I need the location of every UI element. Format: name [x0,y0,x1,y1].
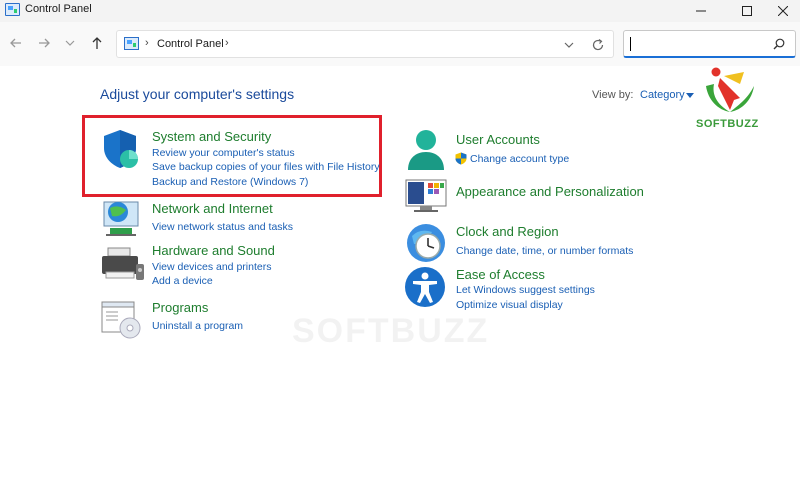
link-optimize-display[interactable]: Optimize visual display [456,299,563,311]
link-uninstall-program[interactable]: Uninstall a program [152,320,243,332]
page-title: Adjust your computer's settings [100,86,295,102]
category-title-system-security[interactable]: System and Security [152,129,271,144]
user-accounts-icon[interactable] [404,128,448,172]
link-devices-printers[interactable]: View devices and printers [152,261,271,273]
maximize-icon [742,6,752,16]
minimize-button[interactable] [678,0,724,22]
programs-icon[interactable] [100,298,144,340]
refresh-icon[interactable] [591,38,605,52]
shield-icon[interactable] [100,128,144,172]
search-input[interactable] [623,30,796,58]
close-button[interactable] [766,0,800,22]
search-icon[interactable] [773,38,785,50]
breadcrumb-chevron-icon[interactable]: › [145,37,149,49]
category-title-user-accounts[interactable]: User Accounts [456,132,540,147]
title-bar: Control Panel [0,0,800,22]
link-file-history[interactable]: Save backup copies of your files with Fi… [152,161,380,173]
navigation-bar: › Control Panel › [0,22,800,66]
recent-locations-button[interactable] [64,36,80,52]
breadcrumb-control-panel[interactable]: Control Panel [157,38,224,50]
link-review-status[interactable]: Review your computer's status [152,147,295,159]
maximize-button[interactable] [724,0,770,22]
chevron-down-icon[interactable] [563,40,575,50]
link-network-status[interactable]: View network status and tasks [152,221,293,233]
link-add-device[interactable]: Add a device [152,275,213,287]
control-panel-icon [5,3,20,16]
accessibility-icon[interactable] [404,266,446,308]
link-backup-restore[interactable]: Backup and Restore (Windows 7) [152,176,308,188]
printer-icon[interactable] [100,244,146,284]
window-title: Control Panel [25,3,92,15]
link-change-formats[interactable]: Change date, time, or number formats [456,245,633,257]
clock-globe-icon[interactable] [404,222,448,264]
network-globe-icon[interactable] [100,198,144,238]
category-title-programs[interactable]: Programs [152,300,208,315]
forward-button[interactable] [37,36,53,52]
breadcrumb-chevron-icon[interactable]: › [225,37,229,49]
category-title-hardware[interactable]: Hardware and Sound [152,243,275,258]
softbuzz-logo [706,67,754,112]
arrow-up-icon [92,37,102,49]
chevron-down-icon [65,40,75,46]
logo-text: SOFTBUZZ [696,118,759,130]
back-button[interactable] [9,36,25,52]
link-change-account-type[interactable]: Change account type [470,153,569,165]
text-caret [630,37,631,51]
view-by-dropdown[interactable]: Category [640,89,685,101]
control-panel-icon [124,37,139,50]
category-title-clock[interactable]: Clock and Region [456,224,559,239]
arrow-left-icon [10,38,21,48]
link-windows-suggest[interactable]: Let Windows suggest settings [456,284,595,296]
minimize-icon [696,10,706,12]
appearance-monitor-icon[interactable] [404,178,448,214]
close-icon [778,6,788,16]
category-title-ease-of-access[interactable]: Ease of Access [456,267,545,282]
view-by-label: View by: [592,89,634,101]
arrow-right-icon [39,38,50,48]
uac-shield-icon [455,152,467,165]
watermark-text: SOFTBUZZ [292,312,490,350]
up-button[interactable] [90,36,106,52]
dropdown-arrow-icon[interactable] [686,93,694,98]
address-bar[interactable]: › Control Panel › [116,30,614,58]
category-title-network[interactable]: Network and Internet [152,201,273,216]
category-title-appearance[interactable]: Appearance and Personalization [456,184,644,199]
